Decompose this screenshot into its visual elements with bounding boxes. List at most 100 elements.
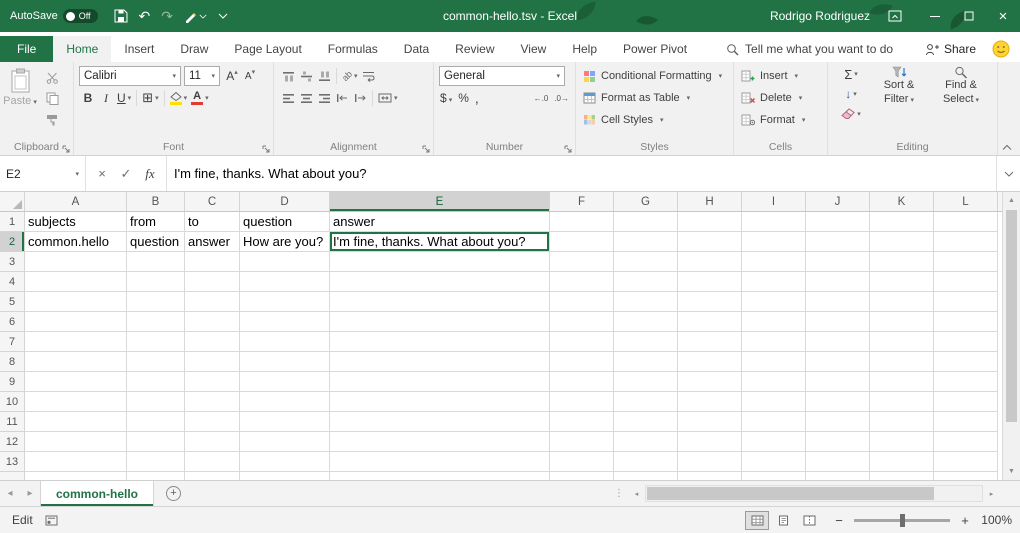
cell-L1[interactable] <box>934 212 998 232</box>
cell-G7[interactable] <box>614 332 678 352</box>
bold-button[interactable]: B <box>79 88 97 108</box>
align-right-button[interactable] <box>315 88 333 108</box>
cell-H1[interactable] <box>678 212 742 232</box>
cell-B3[interactable] <box>127 252 185 272</box>
cell[interactable] <box>806 472 870 480</box>
sheet-tab-common-hello[interactable]: common-hello <box>40 481 154 506</box>
cell-J5[interactable] <box>806 292 870 312</box>
cell[interactable] <box>934 472 998 480</box>
cell-D8[interactable] <box>240 352 330 372</box>
cell-E7[interactable] <box>330 332 550 352</box>
cell[interactable] <box>678 472 742 480</box>
cell-G1[interactable] <box>614 212 678 232</box>
insert-cells-button[interactable]: Insert▾ <box>734 65 827 87</box>
cell-B11[interactable] <box>127 412 185 432</box>
cell-C13[interactable] <box>185 452 240 472</box>
percent-style-button[interactable]: % <box>458 91 469 105</box>
cell-E1[interactable]: answer <box>330 212 550 232</box>
cell-J8[interactable] <box>806 352 870 372</box>
pen-tool-button[interactable] <box>184 10 207 23</box>
cell-K9[interactable] <box>870 372 934 392</box>
cell-K12[interactable] <box>870 432 934 452</box>
vertical-scrollbar[interactable]: ▲ ▼ <box>1002 192 1020 480</box>
cell-K13[interactable] <box>870 452 934 472</box>
row-header-4[interactable]: 4 <box>0 272 25 292</box>
ribbon-display-options-button[interactable] <box>888 10 902 22</box>
zoom-out-button[interactable]: − <box>830 513 848 528</box>
cell-K8[interactable] <box>870 352 934 372</box>
copy-button[interactable] <box>40 90 64 107</box>
format-painter-button[interactable] <box>40 111 64 128</box>
cell-J12[interactable] <box>806 432 870 452</box>
cell-A2[interactable]: common.hello <box>25 232 127 252</box>
column-header-L[interactable]: L <box>934 192 998 211</box>
scroll-right-arrow[interactable]: ▸ <box>983 485 1000 502</box>
horizontal-scrollbar[interactable]: ◂ ▸ <box>628 481 1000 506</box>
column-header-E[interactable]: E <box>330 192 550 211</box>
cell-F3[interactable] <box>550 252 614 272</box>
cell-G9[interactable] <box>614 372 678 392</box>
increase-decimal-button[interactable]: ←.0 <box>534 94 549 103</box>
cell-J10[interactable] <box>806 392 870 412</box>
column-header-J[interactable]: J <box>806 192 870 211</box>
increase-font-size-button[interactable]: A▴ <box>223 66 241 86</box>
zoom-level[interactable]: 100% <box>974 513 1012 527</box>
cell-F9[interactable] <box>550 372 614 392</box>
cell-L7[interactable] <box>934 332 998 352</box>
row-header-13[interactable]: 13 <box>0 452 25 472</box>
tab-splitter-handle[interactable]: ⋮ <box>610 481 628 506</box>
cell-C2[interactable]: answer <box>185 232 240 252</box>
cell-A13[interactable] <box>25 452 127 472</box>
cell-E10[interactable] <box>330 392 550 412</box>
cell-E11[interactable] <box>330 412 550 432</box>
cell-C12[interactable] <box>185 432 240 452</box>
cell-F13[interactable] <box>550 452 614 472</box>
align-left-button[interactable] <box>279 88 297 108</box>
feedback-smiley-icon[interactable] <box>992 40 1010 58</box>
cell-L10[interactable] <box>934 392 998 412</box>
cell-L11[interactable] <box>934 412 998 432</box>
cell-K11[interactable] <box>870 412 934 432</box>
cell[interactable] <box>25 472 127 480</box>
cell-D4[interactable] <box>240 272 330 292</box>
cell-C7[interactable] <box>185 332 240 352</box>
cell-B5[interactable] <box>127 292 185 312</box>
cell-F1[interactable] <box>550 212 614 232</box>
alignment-dialog-launcher[interactable] <box>422 145 430 153</box>
column-header-D[interactable]: D <box>240 192 330 211</box>
cell-F5[interactable] <box>550 292 614 312</box>
cell-G11[interactable] <box>614 412 678 432</box>
tab-home[interactable]: Home <box>53 36 111 62</box>
cell-D1[interactable]: question <box>240 212 330 232</box>
zoom-in-button[interactable]: + <box>956 513 974 528</box>
cell-G12[interactable] <box>614 432 678 452</box>
cell-H8[interactable] <box>678 352 742 372</box>
align-bottom-button[interactable] <box>315 66 333 86</box>
cell-B13[interactable] <box>127 452 185 472</box>
cell-J2[interactable] <box>806 232 870 252</box>
cell-K3[interactable] <box>870 252 934 272</box>
row-header-7[interactable]: 7 <box>0 332 25 352</box>
tab-draw[interactable]: Draw <box>167 36 221 62</box>
paste-button[interactable]: Paste▾ <box>0 65 40 139</box>
cell-K6[interactable] <box>870 312 934 332</box>
cell-G3[interactable] <box>614 252 678 272</box>
horizontal-scroll-thumb[interactable] <box>647 487 934 500</box>
vertical-scroll-thumb[interactable] <box>1006 210 1017 422</box>
column-header-G[interactable]: G <box>614 192 678 211</box>
underline-button[interactable]: U▾ <box>115 88 133 108</box>
tab-help[interactable]: Help <box>559 36 610 62</box>
cell-H3[interactable] <box>678 252 742 272</box>
cell-E8[interactable] <box>330 352 550 372</box>
font-name-select[interactable]: Calibri▾ <box>79 66 181 86</box>
cell-L4[interactable] <box>934 272 998 292</box>
sort-filter-button[interactable]: Sort & Filter▾ <box>868 64 930 139</box>
cell-L12[interactable] <box>934 432 998 452</box>
cell-B1[interactable]: from <box>127 212 185 232</box>
format-as-table-button[interactable]: Format as Table▾ <box>576 87 733 109</box>
name-box[interactable]: E2▾ <box>0 156 86 191</box>
enter-button[interactable]: ✓ <box>114 166 138 182</box>
cell-H4[interactable] <box>678 272 742 292</box>
cell-C5[interactable] <box>185 292 240 312</box>
cell-B9[interactable] <box>127 372 185 392</box>
